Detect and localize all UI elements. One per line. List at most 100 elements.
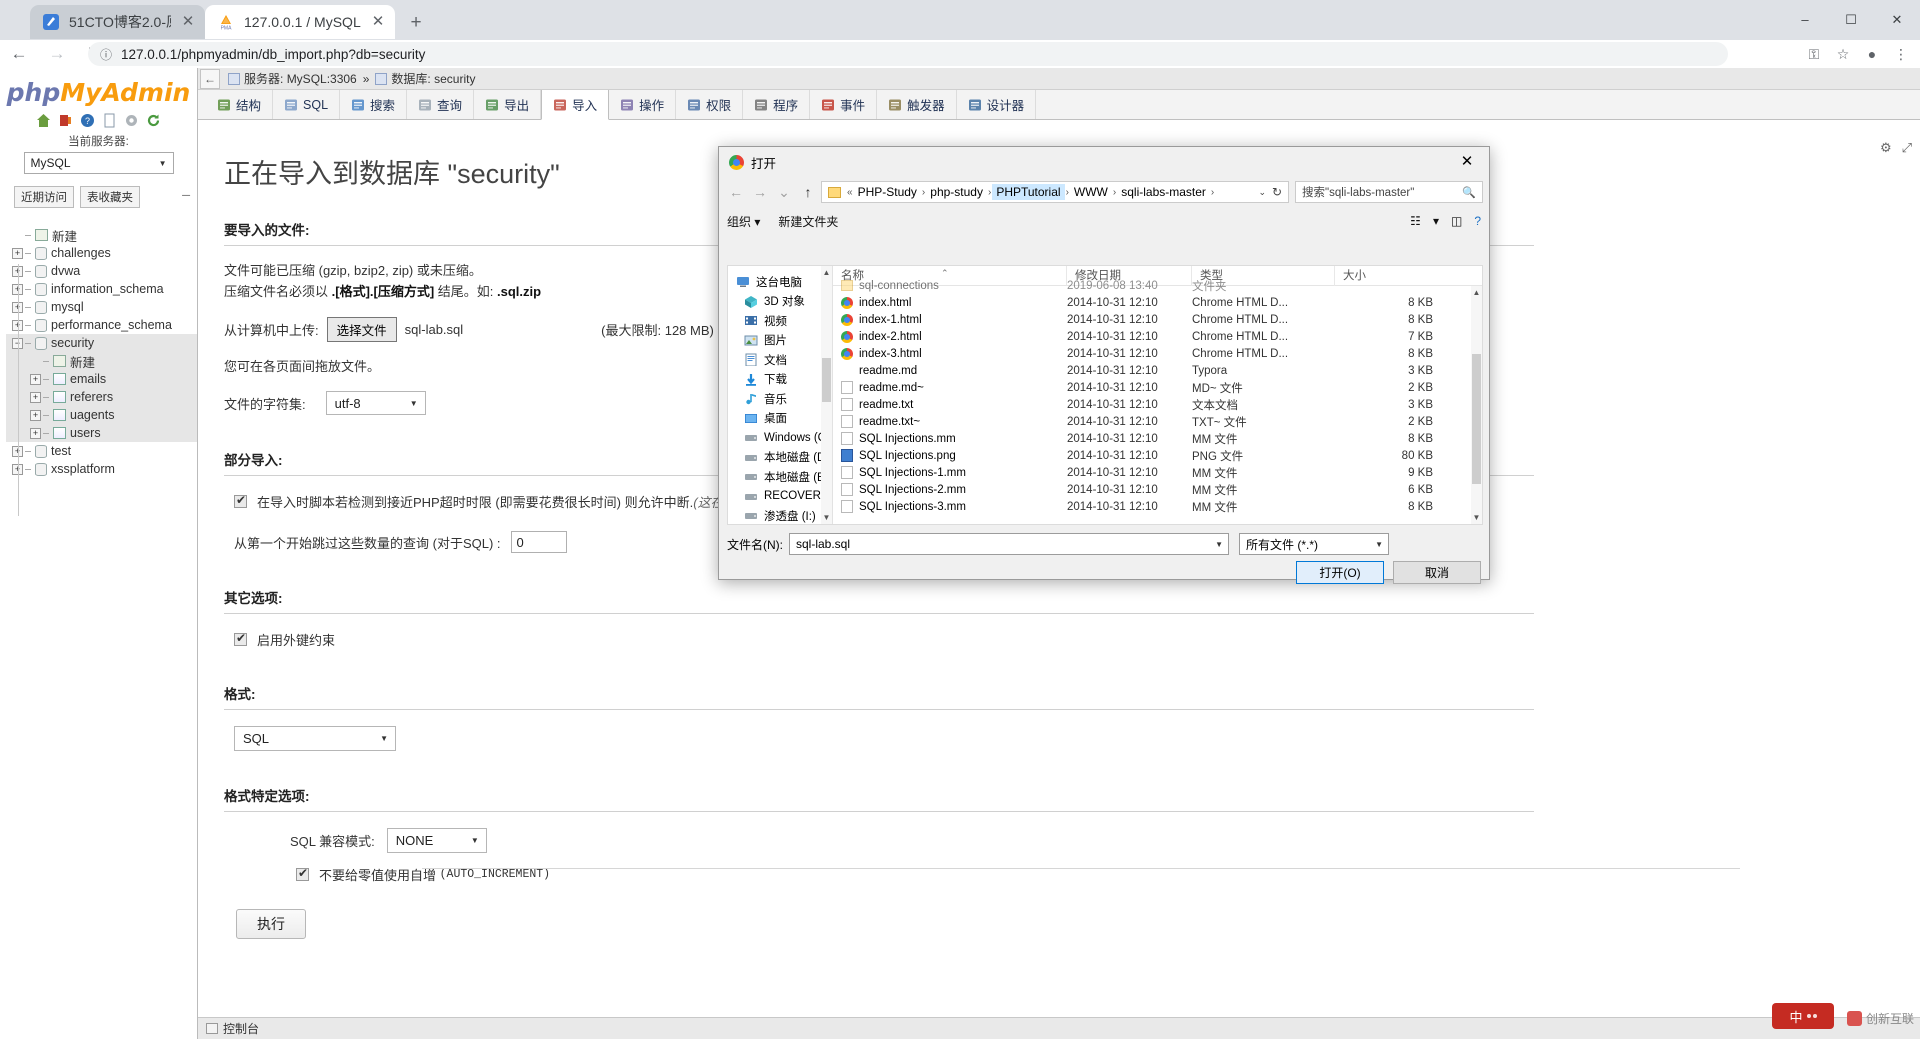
new-folder-button[interactable]: 新建文件夹 bbox=[778, 213, 838, 230]
dialog-breadcrumb[interactable]: « PHP-Study › php-study › PHPTutorial › WWW › sq… bbox=[821, 181, 1289, 203]
nav-pane-item-下载[interactable]: 下载 bbox=[732, 370, 832, 390]
skip-queries-input[interactable]: 0 bbox=[510, 531, 567, 554]
reload-icon[interactable] bbox=[146, 113, 161, 128]
file-row[interactable]: index-3.html 2014-10-31 12:10 Chrome HTML … bbox=[833, 345, 1482, 362]
scroll-up-icon[interactable]: ▲ bbox=[1471, 286, 1482, 299]
tab-close-icon[interactable]: ✕ bbox=[179, 13, 197, 31]
tab-结构[interactable]: 结构 bbox=[206, 90, 274, 119]
nav-pane-item-音乐[interactable]: 音乐 bbox=[732, 389, 832, 409]
choose-file-button[interactable]: 选择文件 bbox=[326, 316, 397, 342]
nav-pane-item-视频[interactable]: 视频 bbox=[732, 311, 832, 331]
tab-操作[interactable]: 操作 bbox=[609, 90, 677, 119]
file-row[interactable]: readme.md 2014-10-31 12:10 Typora 3 KB bbox=[833, 362, 1482, 379]
column-header-size[interactable]: 大小 bbox=[1335, 266, 1445, 286]
recent-tables-button[interactable]: 近期访问 bbox=[14, 186, 74, 208]
tab-权限[interactable]: 权限 bbox=[676, 90, 744, 119]
dialog-recent-icon[interactable]: ⌄ bbox=[773, 184, 795, 201]
breadcrumb-dropdown-icon[interactable]: ⌄ bbox=[1258, 187, 1266, 198]
breadcrumb-database-value[interactable]: security bbox=[434, 72, 475, 86]
extensions-icon[interactable]: ⚿ bbox=[1801, 46, 1827, 63]
auto-increment-checkbox[interactable] bbox=[296, 866, 309, 882]
scrollbar-thumb[interactable] bbox=[822, 358, 831, 402]
help-icon[interactable]: ? bbox=[80, 113, 95, 128]
db-tree-item-performance_schema[interactable]: +performance_schema bbox=[6, 316, 197, 334]
file-row[interactable]: SQL Injections-2.mm 2014-10-31 12:10 MM 文件… bbox=[833, 481, 1482, 498]
filename-input[interactable]: sql-lab.sql ▼ bbox=[789, 533, 1229, 555]
nav-pane-item-这台电脑[interactable]: 这台电脑 bbox=[732, 272, 832, 292]
db-tree-item-dvwa[interactable]: +dvwa bbox=[6, 262, 197, 280]
browser-tab-1[interactable]: 51CTO博客2.0-原创IT技术文章 ✕ bbox=[30, 5, 205, 39]
phpmyadmin-logo[interactable]: phpMyAdmin bbox=[0, 68, 197, 109]
file-row[interactable]: readme.md~ 2014-10-31 12:10 MD~ 文件 2 KB bbox=[833, 379, 1482, 396]
nav-pane-scrollbar[interactable]: ▲ ▼ bbox=[821, 266, 832, 524]
minimize-button[interactable]: – bbox=[1782, 0, 1828, 40]
settings-gear-icon[interactable]: ⚙ bbox=[1880, 140, 1892, 156]
ime-indicator[interactable]: 中 bbox=[1772, 1003, 1834, 1029]
tab-导出[interactable]: 导出 bbox=[474, 90, 542, 119]
tree-toggle-icon[interactable]: + bbox=[30, 427, 41, 439]
nav-pane-item-本地磁盘 (E:)[interactable]: 本地磁盘 (E:) bbox=[732, 467, 832, 487]
breadcrumb-segment-php-study[interactable]: php-study bbox=[926, 184, 987, 200]
maximize-button[interactable]: ☐ bbox=[1828, 0, 1874, 40]
fullscreen-icon[interactable]: ⤢ bbox=[1902, 140, 1912, 156]
breadcrumb-server-value[interactable]: MySQL:3306 bbox=[287, 72, 357, 86]
db-tree-item-mysql[interactable]: +mysql bbox=[6, 298, 197, 316]
browser-tab-2[interactable]: PMA 127.0.0.1 / MySQL / security | ✕ bbox=[205, 5, 395, 39]
cancel-button[interactable]: 取消 bbox=[1393, 561, 1481, 584]
db-tree-item-referers[interactable]: + referers bbox=[6, 388, 197, 406]
foreign-key-checkbox[interactable] bbox=[234, 631, 247, 647]
nav-pane-item-Windows (C:)[interactable]: Windows (C:) bbox=[732, 428, 832, 448]
file-row[interactable]: readme.txt~ 2014-10-31 12:10 TXT~ 文件 2 KB bbox=[833, 413, 1482, 430]
nav-pane-item-本地磁盘 (D:)[interactable]: 本地磁盘 (D:) bbox=[732, 448, 832, 468]
db-tree-item-users[interactable]: + users bbox=[6, 424, 197, 442]
nav-pane-item-图片[interactable]: 图片 bbox=[732, 331, 832, 351]
nav-pane-item-渗透盘 (I:)[interactable]: 渗透盘 (I:) bbox=[732, 506, 832, 524]
file-row[interactable]: SQL Injections.png 2014-10-31 12:10 PNG 文件… bbox=[833, 447, 1482, 464]
new-tab-button[interactable]: + bbox=[403, 10, 429, 36]
nav-pane-item-RECOVERY (F:)[interactable]: RECOVERY (F:) bbox=[732, 487, 832, 507]
bookmark-star-icon[interactable]: ☆ bbox=[1830, 46, 1856, 63]
address-bar[interactable]: ⓘ 127.0.0.1/phpmyadmin/db_import.php?db=… bbox=[88, 42, 1728, 66]
scroll-up-icon[interactable]: ▲ bbox=[821, 266, 832, 279]
tree-toggle-icon[interactable]: + bbox=[30, 409, 41, 421]
breadcrumb-segment-sqli-labs-master[interactable]: sqli-labs-master bbox=[1117, 184, 1210, 200]
back-icon[interactable]: ← bbox=[0, 44, 38, 64]
file-row[interactable]: index-1.html 2014-10-31 12:10 Chrome HTML … bbox=[833, 311, 1482, 328]
nav-pane-item-3D 对象[interactable]: 3D 对象 bbox=[732, 292, 832, 312]
open-button[interactable]: 打开(O) bbox=[1296, 561, 1384, 584]
nav-pane-item-文档[interactable]: 文档 bbox=[732, 350, 832, 370]
console-bar[interactable]: 控制台 bbox=[198, 1017, 1920, 1039]
scrollbar-thumb[interactable] bbox=[1472, 354, 1481, 484]
breadcrumb-segment-PHPTutorial[interactable]: PHPTutorial bbox=[992, 184, 1065, 200]
db-tree-item-test[interactable]: +test bbox=[6, 442, 197, 460]
charset-select[interactable]: utf-8 ▼ bbox=[325, 391, 426, 416]
file-row[interactable]: index.html 2014-10-31 12:10 Chrome HTML D.… bbox=[833, 294, 1482, 311]
breadcrumb-refresh-icon[interactable]: ↻ bbox=[1272, 185, 1282, 199]
docs-icon[interactable] bbox=[102, 113, 117, 128]
server-select[interactable]: MySQL ▼ bbox=[23, 152, 174, 174]
tab-SQL[interactable]: SQL bbox=[273, 90, 341, 119]
file-row[interactable]: index-2.html 2014-10-31 12:10 Chrome HTML … bbox=[833, 328, 1482, 345]
db-tree-item-security[interactable]: −security bbox=[6, 334, 197, 352]
db-tree-item-challenges[interactable]: + challenges bbox=[6, 244, 197, 262]
favorite-tables-button[interactable]: 表收藏夹 bbox=[80, 186, 140, 208]
format-select[interactable]: SQL ▼ bbox=[234, 726, 396, 752]
organize-button[interactable]: 组织 ▾ bbox=[727, 213, 760, 230]
allow-interrupt-checkbox[interactable] bbox=[234, 493, 247, 509]
tab-搜索[interactable]: 搜索 bbox=[340, 90, 408, 119]
profile-avatar-icon[interactable]: ● bbox=[1859, 46, 1885, 62]
dialog-search-input[interactable]: 搜索"sqli-labs-master" 🔍 bbox=[1295, 181, 1483, 203]
file-row[interactable]: readme.txt 2014-10-31 12:10 文本文档 3 KB bbox=[833, 396, 1482, 413]
home-icon[interactable] bbox=[36, 113, 51, 128]
close-window-button[interactable]: ✕ bbox=[1874, 0, 1920, 40]
tab-触发器[interactable]: 触发器 bbox=[877, 90, 957, 119]
tree-toggle-icon[interactable]: + bbox=[30, 391, 41, 403]
file-row[interactable]: SQL Injections.mm 2014-10-31 12:10 MM 文件 8 … bbox=[833, 430, 1482, 447]
nav-pane-item-桌面[interactable]: 桌面 bbox=[732, 409, 832, 429]
tab-事件[interactable]: 事件 bbox=[810, 90, 878, 119]
dialog-forward-icon[interactable]: → bbox=[749, 184, 771, 200]
dialog-up-icon[interactable]: ↑ bbox=[797, 184, 819, 200]
forward-icon[interactable]: → bbox=[38, 44, 76, 64]
db-tree-item-新建[interactable]: 新建 bbox=[6, 352, 197, 370]
tab-导入[interactable]: 导入 bbox=[541, 90, 610, 120]
